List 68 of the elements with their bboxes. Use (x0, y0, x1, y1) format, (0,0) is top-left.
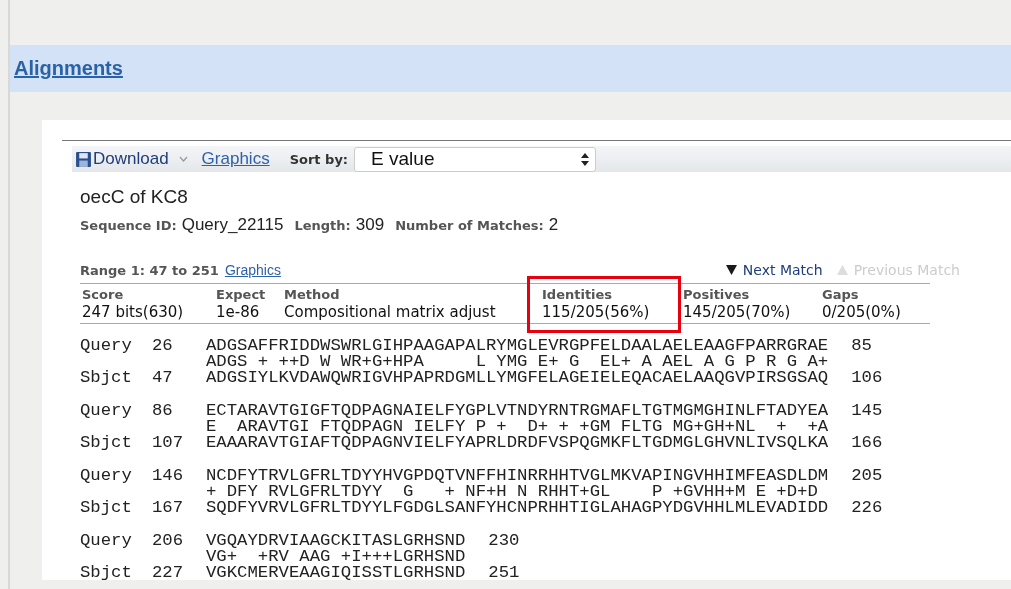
hit-title: oecC of KC8 (80, 186, 189, 208)
position-number: 251 (488, 564, 520, 581)
score-value: 115/205(56%) (527, 301, 681, 333)
sequence-label: Sbjct (80, 434, 133, 451)
match-line: ADGS + ++D W WR+G+HPA L YMG E+ G EL+ A AEL A G P R G A+ (206, 353, 829, 370)
sequence-text: ADGSIYLKVDAWQWRIGVHPAPRDGMLLYMGFELAGEIELEQACAELAAQGVPIRSGSAQ (206, 369, 829, 386)
position-number: 107 (152, 434, 185, 451)
sequence-text: ADGSAFFRIDDWSWRLGIHPAAGAPALRYMGLEVRGPFELDAALAELEAAGFPARRGRAE (206, 337, 829, 354)
position-number: 206 (152, 532, 185, 549)
sequence-label: Sbjct (80, 499, 133, 516)
column-heading: Method (283, 285, 341, 302)
position-number: 85 (851, 337, 872, 354)
sequence-label: Sbjct (80, 564, 133, 581)
field-value: 309 (355, 214, 385, 236)
sequence-text: VGQAYDRVIAAGCKITASLGRHSND (206, 532, 466, 549)
score-value: 1e-86 (215, 302, 261, 323)
field-label: Number of Matches: (395, 218, 544, 233)
field-value: Query_22115 (181, 214, 284, 236)
sequence-label: Query (80, 467, 133, 484)
sort-select[interactable]: E value (354, 146, 597, 172)
field-label: Length: (294, 218, 351, 233)
graphics-link[interactable]: Graphics (224, 259, 281, 281)
match-line: E ARAVTGI FTQDPAGN IELFY P + D+ + +GM FLTG MG+GH+NL + +A (206, 418, 829, 435)
position-number: 230 (488, 532, 520, 549)
position-number: 226 (851, 499, 883, 516)
column-heading: Gaps (821, 285, 860, 302)
position-number: 205 (851, 467, 883, 484)
graphics-link[interactable]: Graphics (201, 146, 270, 172)
save-icon (75, 150, 92, 168)
position-number: 145 (851, 402, 883, 419)
sort-label: Sort by: (289, 151, 349, 167)
position-number: 166 (851, 434, 883, 451)
sequence-text: EAAARAVTGIAFTQDPAGNVIELFYAPRLDRDFVSPQGMKFLTGDMGLGHVNLIVSQLKA (206, 434, 829, 451)
sequence-text: SQDFYVRVLGFRLTDYYLFGDGLSANFYHCNPRHHTIGLAHAGPYDGVHHLMLEVADIDD (206, 499, 829, 516)
position-number: 146 (152, 467, 185, 484)
score-value: 247 bits(630) (81, 301, 185, 323)
next-match-button[interactable]: Next Match (725, 261, 823, 278)
updown-arrows-icon (581, 152, 590, 166)
position-number: 26 (152, 337, 174, 354)
sequence-text: VGKCMERVEAAGIQISSTLGRHSND (206, 564, 466, 581)
column-heading: Expect (215, 285, 267, 302)
sequence-label: Query (80, 402, 133, 419)
match-line: + DFY RVLGFRLTDYY G + NF+H N RHHT+GL P +GVHH+M E +D+D (206, 483, 818, 500)
sequence-text: ECTARAVTGIGFTQDPAGNAIELFYGPLVTNDYRNTRGMAFLTGTMGMGHINLFTADYEA (206, 402, 829, 419)
sequence-label: Query (80, 532, 133, 549)
column-heading: Identities (527, 275, 681, 302)
range-label: Range 1: 47 to 251 (80, 262, 219, 278)
chevron-down-icon[interactable] (178, 156, 188, 162)
position-number: 167 (152, 499, 185, 516)
section-heading-link[interactable]: Alignments (14, 57, 123, 80)
down-triangle-icon (725, 264, 737, 275)
position-number: 227 (152, 564, 185, 581)
score-value: 0/205(0%) (821, 302, 902, 323)
field-value: 2 (548, 214, 559, 236)
column-heading: Positives (682, 285, 751, 302)
sequence-text: NCDFYTRVLGFRLTDYYHVGPDQTVNFFHINRRHHTVGLMKVAPINGVHHIMFEASDLDM (206, 467, 829, 484)
sequence-label: Query (80, 337, 133, 354)
column-heading: Score (81, 285, 125, 302)
position-number: 47 (152, 369, 174, 386)
score-value: 145/205(70%) (682, 301, 792, 323)
score-value: Compositional matrix adjust (283, 301, 497, 323)
position-number: 86 (152, 402, 174, 419)
sequence-label: Sbjct (80, 369, 133, 386)
download-button[interactable]: Download (75, 146, 169, 172)
position-number: 106 (851, 369, 883, 386)
field-label: Sequence ID: (80, 218, 177, 233)
match-line: VG+ +RV AAG +I+++LGRHSND (206, 548, 466, 565)
up-triangle-icon (836, 264, 848, 275)
